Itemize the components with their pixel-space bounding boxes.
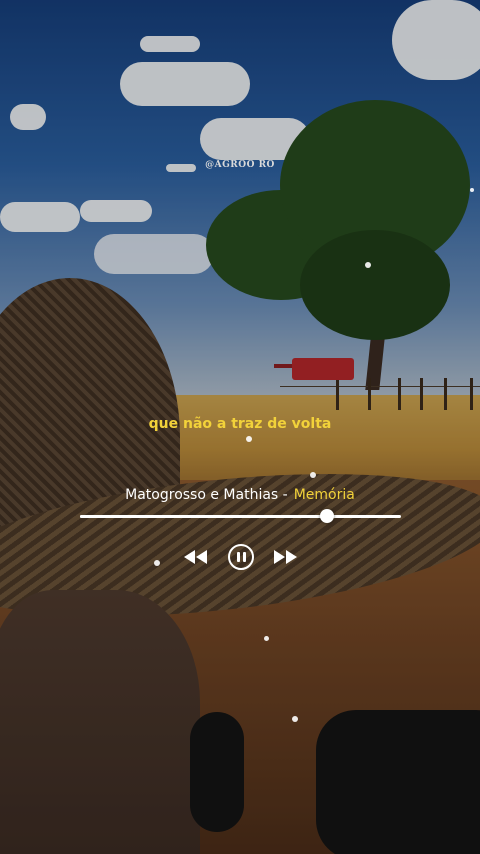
video-frame: @AGROO RO que não a traz de volta Matogr…: [0, 0, 480, 854]
sparkle-dot: [292, 716, 298, 722]
lyric-line: que não a traz de volta: [148, 416, 332, 432]
song-title: Memória: [293, 487, 355, 503]
sparkle-dot: [246, 436, 252, 442]
now-playing: Matogrosso e Mathias - Memória: [0, 487, 480, 503]
next-button[interactable]: [272, 543, 298, 571]
artist-name: Matogrosso e Mathias -: [125, 487, 288, 503]
sparkle-dot: [264, 636, 269, 641]
progress-fill: [80, 515, 328, 518]
fast-forward-icon: [274, 550, 297, 564]
pause-icon: [228, 544, 254, 570]
playback-controls: [0, 543, 480, 573]
sparkle-dot: [365, 262, 371, 268]
pause-button[interactable]: [227, 543, 255, 571]
watermark: @AGROO RO: [205, 160, 275, 170]
progress-bar[interactable]: [80, 509, 401, 523]
sparkle-dot: [310, 472, 316, 478]
previous-button[interactable]: [183, 543, 209, 571]
rewind-icon: [184, 550, 207, 564]
sparkle-dot: [470, 188, 474, 192]
